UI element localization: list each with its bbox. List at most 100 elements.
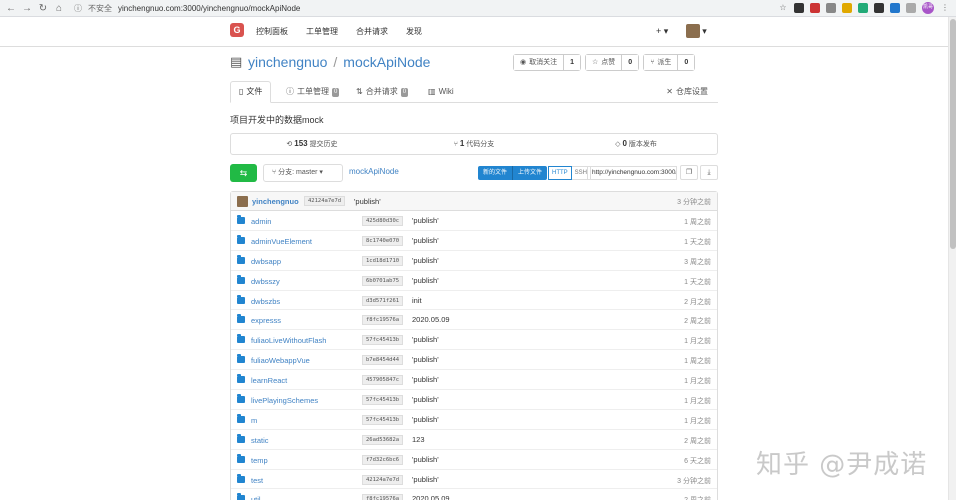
breadcrumb[interactable]: mockApiNode <box>349 167 399 176</box>
table-row[interactable]: fuliaoLiveWithoutFlash 57fc45413b 'publish… <box>231 330 717 351</box>
table-row[interactable]: dwbsapp 1cd18d1710 'publish' 3 周之前 <box>231 251 717 271</box>
commit-sha[interactable]: b7e8454d44 <box>362 355 404 366</box>
fork-button[interactable]: ⑂ 派生 <box>644 55 679 70</box>
file-name-link[interactable]: m <box>251 416 257 425</box>
menu-item-pulls[interactable]: 合并请求 <box>356 26 388 37</box>
menu-icon[interactable]: ⋮ <box>940 3 950 13</box>
table-row[interactable]: adminVueElement 8c1740e070 'publish' 1 天之前 <box>231 231 717 251</box>
commit-sha[interactable]: 8c1740e070 <box>362 235 404 246</box>
menu-item-explore[interactable]: 发现 <box>406 26 422 37</box>
bookmark-star-icon[interactable]: ☆ <box>778 3 788 13</box>
forward-icon[interactable]: → <box>22 3 32 14</box>
table-row[interactable]: admin 425d80d30c 'publish' 1 周之前 <box>231 211 717 231</box>
repo-owner-link[interactable]: yinchengnuo <box>248 54 327 70</box>
file-name-link[interactable]: dwbsapp <box>251 257 281 266</box>
upload-file-button[interactable]: 上传文件 <box>512 166 548 180</box>
commit-sha[interactable]: 6b0701ab75 <box>362 275 404 286</box>
committer-name[interactable]: yinchengnuo <box>252 197 299 206</box>
url-text[interactable]: yinchengnuo.com:3000/yinchengnuo/mockApi… <box>118 4 300 13</box>
table-row[interactable]: dwbszbs d3d571f261 init 2 月之前 <box>231 291 717 311</box>
extension-icon[interactable] <box>890 3 900 13</box>
extension-icon[interactable] <box>874 3 884 13</box>
file-name-link[interactable]: admin <box>251 217 271 226</box>
address-bar[interactable]: ⓘ 不安全 yinchengnuo.com:3000/yinchengnuo/m… <box>74 3 300 14</box>
star-count[interactable]: 0 <box>622 55 639 70</box>
extension-icon[interactable] <box>906 3 916 13</box>
home-icon[interactable]: ⌂ <box>54 3 64 14</box>
extension-icon[interactable] <box>826 3 836 13</box>
table-row[interactable]: livePlayingSchemes 57fc45413b 'publish' 1 月… <box>231 390 717 410</box>
repo-name-link[interactable]: mockApiNode <box>343 54 430 70</box>
commit-sha[interactable]: 457905847c <box>362 375 404 386</box>
star-button[interactable]: ☆ 点赞 <box>586 55 623 70</box>
tab-wiki[interactable]: ▥ Wiki <box>428 81 454 103</box>
http-button[interactable]: HTTP <box>548 166 572 180</box>
commit-time: 1 周之前 <box>684 358 711 366</box>
gitea-logo-icon[interactable]: G <box>230 23 244 37</box>
file-name-link[interactable]: dwbsszy <box>251 277 280 286</box>
commit-sha[interactable]: d3d571f261 <box>362 295 404 306</box>
commit-sha[interactable]: 425d80d30c <box>362 216 404 226</box>
download-button[interactable]: ⤓ <box>700 165 718 180</box>
commits-stat[interactable]: ⟲ 153 提交历史 <box>231 139 393 149</box>
table-row[interactable]: util f8fc19576a 2020.05.09 2 周之前 <box>231 489 717 500</box>
reload-icon[interactable]: ↻ <box>38 3 48 14</box>
compare-button[interactable]: ⇆ <box>230 164 257 182</box>
vertical-scrollbar[interactable] <box>948 17 956 500</box>
menu-item-dashboard[interactable]: 控制面板 <box>256 26 288 37</box>
create-dropdown[interactable]: + ▾ <box>656 26 668 37</box>
tab-issues[interactable]: ⓘ 工单管理 0 <box>286 81 340 103</box>
copy-url-button[interactable]: ❐ <box>680 165 698 180</box>
extension-icon[interactable] <box>842 3 852 13</box>
branches-stat[interactable]: ⑂ 1 代码分支 <box>393 139 555 149</box>
releases-stat[interactable]: ◇ 0 版本发布 <box>555 139 717 149</box>
commit-sha[interactable]: f7d32c6bc6 <box>362 454 404 465</box>
file-name-link[interactable]: expresss <box>251 316 281 325</box>
new-file-button[interactable]: 新的文件 <box>478 166 513 180</box>
extension-icon[interactable] <box>858 3 868 13</box>
info-icon[interactable]: ⓘ <box>74 3 82 14</box>
file-name-link[interactable]: temp <box>251 456 268 465</box>
file-name-link[interactable]: fuliaoWebappVue <box>251 356 310 365</box>
file-name-link[interactable]: learnReact <box>251 376 287 385</box>
fork-count[interactable]: 0 <box>678 55 695 70</box>
extension-icon[interactable] <box>794 3 804 13</box>
table-row[interactable]: static 26ad53682a 123 2 周之前 <box>231 430 717 450</box>
commit-sha[interactable]: 1cd18d1710 <box>362 255 404 266</box>
table-row[interactable]: expresss f8fc19576a 2020.05.09 2 周之前 <box>231 310 717 331</box>
table-row[interactable]: dwbsszy 6b0701ab75 'publish' 1 天之前 <box>231 271 717 291</box>
commit-sha[interactable]: 57fc45413b <box>362 395 404 406</box>
commit-sha[interactable]: f8fc19576a <box>362 315 404 326</box>
commit-sha[interactable]: f8fc19576a <box>362 494 404 500</box>
file-name-link[interactable]: adminVueElement <box>251 237 312 246</box>
back-icon[interactable]: ← <box>6 3 16 14</box>
tab-files[interactable]: ▯ 文件 <box>230 81 272 103</box>
table-row[interactable]: temp f7d32c6bc6 'publish' 6 天之前 <box>231 450 717 470</box>
clone-url-input[interactable]: http://yinchengnuo.com:3000/yinchengnuo/… <box>587 166 677 180</box>
commit-sha[interactable]: 57fc45413b <box>362 414 404 425</box>
tab-pulls[interactable]: ⇅ 合并请求 0 <box>356 81 409 103</box>
unwatch-button[interactable]: ◉ 取消关注 <box>514 55 565 70</box>
branch-dropdown[interactable]: ⑂ 分支: master ▾ <box>263 164 343 182</box>
file-name-link[interactable]: livePlayingSchemes <box>251 396 318 405</box>
file-name-link[interactable]: fuliaoLiveWithoutFlash <box>251 336 326 345</box>
menu-item-issues[interactable]: 工单管理 <box>306 26 338 37</box>
file-name-link[interactable]: dwbszbs <box>251 297 280 306</box>
table-row[interactable]: fuliaoWebappVue b7e8454d44 'publish' 1 周之前 <box>231 350 717 371</box>
file-name-link[interactable]: test <box>251 476 263 485</box>
watch-count[interactable]: 1 <box>564 55 581 70</box>
commit-sha[interactable]: 26ad53682a <box>362 434 404 445</box>
commit-sha[interactable]: 57fc45413b <box>362 335 404 346</box>
table-row[interactable]: m 57fc45413b 'publish' 1 月之前 <box>231 410 717 430</box>
table-row[interactable]: learnReact 457905847c 'publish' 1 月之前 <box>231 370 717 391</box>
profile-avatar[interactable]: 凯哥 <box>922 2 934 14</box>
tab-settings[interactable]: ✕ 仓库设置 <box>666 81 708 103</box>
extension-icon[interactable] <box>810 3 820 13</box>
scrollbar-thumb[interactable] <box>950 19 956 249</box>
user-menu[interactable]: ▾ <box>686 24 707 38</box>
table-row[interactable]: test 42124a7e7d 'publish' 3 分钟之前 <box>231 470 717 490</box>
file-name-link[interactable]: util <box>251 495 261 500</box>
commit-sha[interactable]: 42124a7e7d <box>304 196 346 206</box>
file-name-link[interactable]: static <box>251 436 269 445</box>
commit-sha[interactable]: 42124a7e7d <box>362 474 404 485</box>
